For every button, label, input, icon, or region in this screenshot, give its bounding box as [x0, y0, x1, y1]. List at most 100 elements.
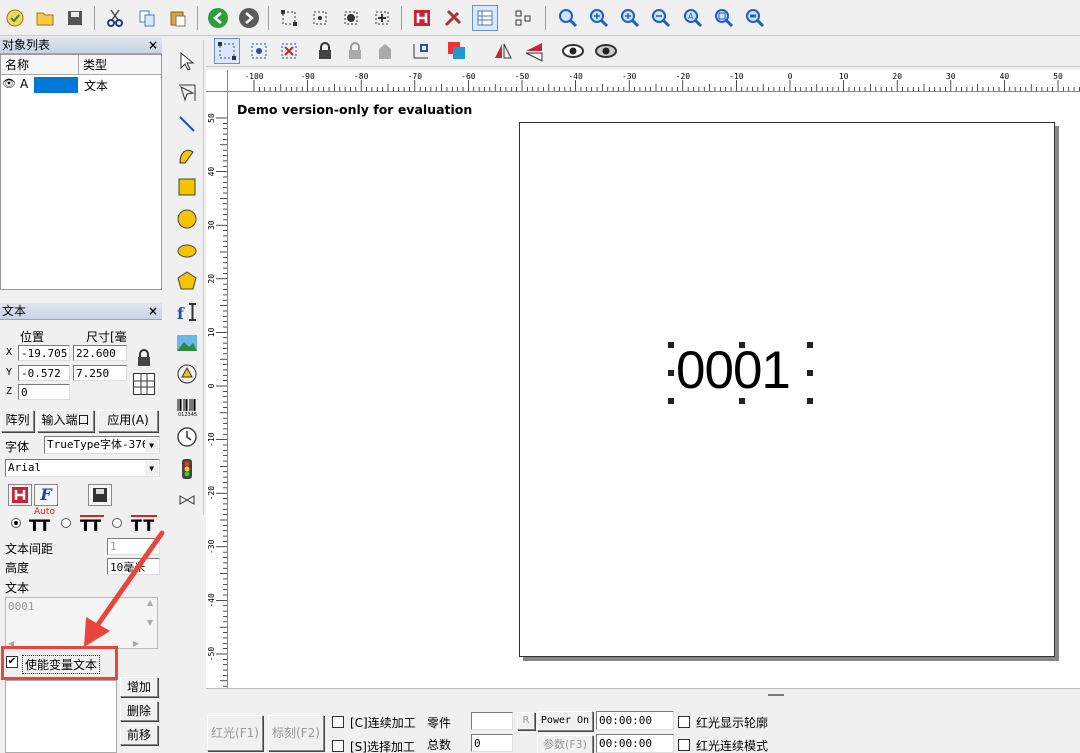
open-folder-icon[interactable]	[32, 5, 58, 31]
preview-all-icon[interactable]	[593, 38, 619, 64]
continuous-label[interactable]: [C]连续加工	[350, 714, 416, 731]
node-edit-icon[interactable]	[276, 5, 302, 31]
mirror-vertical-icon[interactable]	[522, 38, 548, 64]
x-size-input[interactable]	[73, 345, 127, 361]
show-outline-label[interactable]: 红光显示轮廓	[696, 714, 768, 731]
lock-icon[interactable]	[133, 347, 155, 369]
move-forward-button[interactable]: 前移	[120, 725, 158, 745]
copy-icon[interactable]	[134, 5, 160, 31]
x-position-input[interactable]	[18, 345, 70, 361]
vector-file-icon[interactable]	[176, 363, 198, 385]
handle-mr[interactable]	[807, 370, 813, 376]
input-output-icon[interactable]	[176, 458, 198, 480]
array-button[interactable]: 阵列	[1, 410, 34, 432]
drawing-canvas[interactable]: Demo version-only for evaluation 0001	[228, 92, 1080, 688]
zoom-page-icon[interactable]	[742, 5, 768, 31]
zoom-icon[interactable]	[555, 5, 581, 31]
redo-icon[interactable]	[236, 5, 262, 31]
chevron-down-icon[interactable]: ▼	[145, 461, 158, 475]
params-button[interactable]: 参数(F3)	[537, 735, 593, 753]
part-input[interactable]	[471, 712, 513, 730]
text-tool-icon[interactable]: f	[176, 301, 198, 323]
zoom-in-icon[interactable]	[586, 5, 612, 31]
delay-icon[interactable]	[176, 489, 198, 511]
apply-button[interactable]: 应用(A)	[98, 410, 158, 432]
font-name-select[interactable]: Arial ▼	[5, 459, 160, 477]
y-position-input[interactable]	[18, 365, 70, 381]
chevron-down-icon[interactable]: ▼	[145, 438, 158, 452]
move-origin-icon[interactable]	[408, 38, 434, 64]
red-light-button[interactable]: 红光(F1)	[207, 715, 263, 751]
handle-tm[interactable]	[739, 342, 745, 348]
h-font-icon[interactable]	[8, 484, 32, 506]
tools-icon[interactable]	[440, 5, 466, 31]
show-outline-checkbox[interactable]	[678, 716, 690, 728]
power-on-button[interactable]: Power On	[537, 711, 593, 731]
splitter-handle[interactable]	[768, 694, 784, 696]
total-input[interactable]	[471, 734, 513, 752]
column-header-type[interactable]: 类型	[79, 55, 161, 75]
enable-variable-label[interactable]: 使能变量文本	[22, 655, 101, 674]
handle-bm[interactable]	[739, 398, 745, 404]
lock-icon[interactable]	[312, 38, 338, 64]
eye-icon[interactable]: 👁	[2, 77, 16, 90]
preview-icon[interactable]	[560, 38, 586, 64]
node-select-icon[interactable]	[176, 82, 198, 104]
input-port-button[interactable]: 输入端口	[37, 410, 94, 432]
bitmap-icon[interactable]	[176, 332, 198, 354]
mirror-horizontal-icon[interactable]	[490, 38, 516, 64]
h-tool-icon[interactable]	[409, 5, 435, 31]
handle-ml[interactable]	[668, 370, 674, 376]
zoom-select-icon[interactable]	[711, 5, 737, 31]
continuous-red-checkbox[interactable]	[678, 739, 690, 751]
table-icon[interactable]	[472, 5, 498, 31]
font-type-select[interactable]: TrueType字体-376 ▼	[44, 436, 160, 454]
grid-align-icon[interactable]	[133, 373, 155, 395]
save-icon[interactable]	[62, 5, 88, 31]
node-edit4-icon[interactable]	[369, 5, 395, 31]
invert-select-icon[interactable]	[276, 38, 302, 64]
select-all-icon[interactable]	[214, 38, 240, 64]
unlock-all-icon[interactable]	[372, 38, 398, 64]
node-edit3-icon[interactable]	[338, 5, 364, 31]
z-position-input[interactable]	[18, 384, 70, 400]
handle-bl[interactable]	[668, 398, 674, 404]
close-icon[interactable]: ×	[148, 303, 158, 320]
align-radio-auto[interactable]	[11, 518, 21, 528]
select-process-checkbox[interactable]	[332, 740, 344, 752]
save-font-icon[interactable]	[88, 484, 112, 506]
undo-icon[interactable]	[205, 5, 231, 31]
paste-icon[interactable]	[165, 5, 191, 31]
clock-icon[interactable]	[176, 426, 198, 448]
zoom-out-icon[interactable]	[648, 5, 674, 31]
continuous-red-label[interactable]: 红光连续模式	[696, 737, 768, 753]
zoom-in2-icon[interactable]	[617, 5, 643, 31]
delete-button[interactable]: 删除	[120, 701, 158, 721]
variable-list[interactable]	[5, 680, 117, 753]
new-icon[interactable]	[2, 5, 28, 31]
zoom-all-icon[interactable]: A	[680, 5, 706, 31]
font-f-icon[interactable]: F	[34, 484, 58, 506]
handle-tl[interactable]	[668, 342, 674, 348]
polygon-icon[interactable]	[176, 270, 198, 292]
circle-icon[interactable]	[176, 208, 198, 230]
column-header-name[interactable]: 名称	[1, 55, 79, 75]
handle-br[interactable]	[807, 398, 813, 404]
cut-icon[interactable]	[102, 5, 128, 31]
handle-tr[interactable]	[807, 342, 813, 348]
select-arrow-icon[interactable]	[176, 50, 198, 72]
close-icon[interactable]: ×	[148, 37, 158, 54]
node-edit2-icon[interactable]	[307, 5, 333, 31]
list-item[interactable]: 👁 A 文本	[1, 76, 161, 94]
mark-button[interactable]: 标刻(F2)	[268, 715, 324, 751]
line-icon[interactable]	[176, 113, 198, 135]
continuous-checkbox[interactable]	[332, 716, 344, 728]
add-button[interactable]: 增加	[120, 677, 158, 697]
select-group-icon[interactable]	[246, 38, 272, 64]
color-layer-icon[interactable]	[444, 38, 470, 64]
ellipse-icon[interactable]	[176, 240, 198, 262]
unlock-icon[interactable]	[342, 38, 368, 64]
rectangle-icon[interactable]	[176, 176, 198, 198]
reset-button[interactable]: R	[517, 712, 535, 730]
barcode-icon[interactable]: 012345	[176, 396, 198, 418]
